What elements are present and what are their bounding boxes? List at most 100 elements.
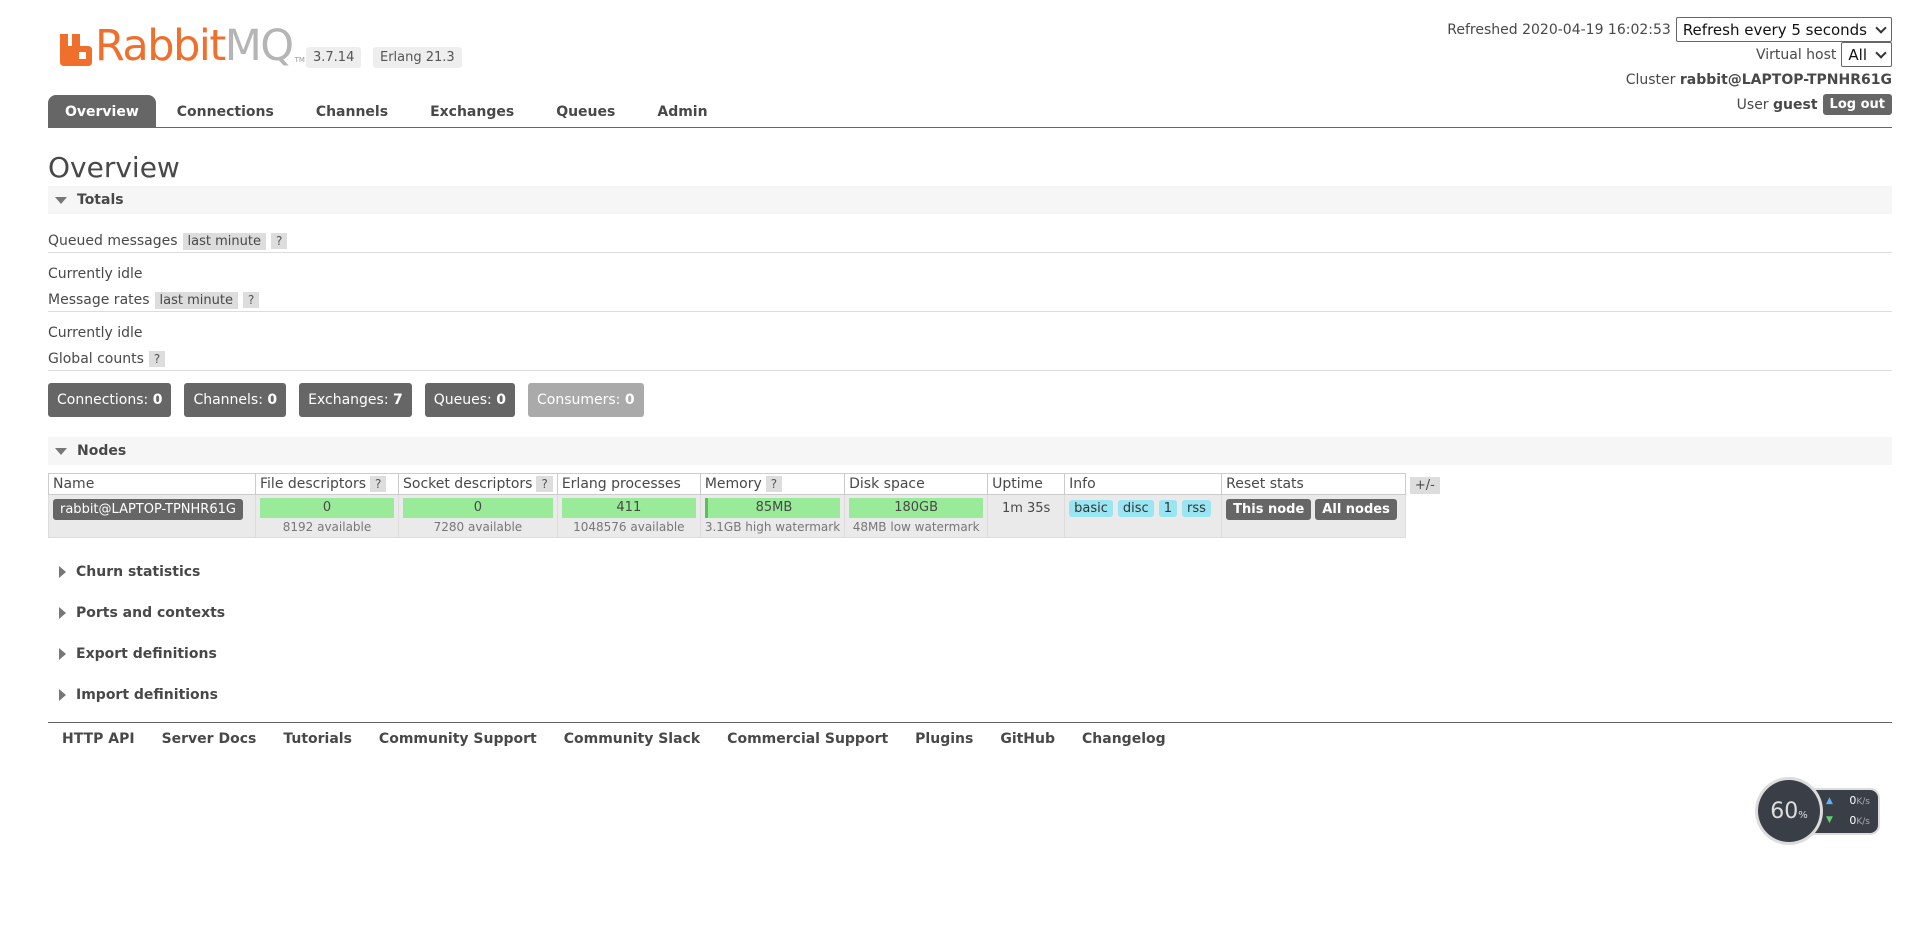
- count-queues-button[interactable]: Queues: 0: [424, 383, 515, 417]
- erlang-processes-available: 1048576 available: [573, 520, 685, 534]
- erlang-version-badge: Erlang 21.3: [373, 47, 462, 68]
- tab-queues[interactable]: Queues: [535, 95, 636, 128]
- file-descriptors-help[interactable]: ?: [370, 476, 387, 492]
- global-counts-help[interactable]: ?: [148, 351, 166, 367]
- tab-connections[interactable]: Connections: [156, 95, 295, 128]
- main-content: Overview Totals Queued messages last min…: [48, 150, 1892, 721]
- footer-link-community-support[interactable]: Community Support: [379, 731, 537, 747]
- user-label: User: [1736, 96, 1769, 113]
- uptime-value: 1m 35s: [987, 494, 1066, 538]
- version-badge: 3.7.14: [306, 47, 362, 68]
- rabbitmq-logo[interactable]: RabbitMQ TM: [60, 25, 305, 68]
- collapsed-triangle-icon: [59, 606, 66, 619]
- section-export-definitions[interactable]: Export definitions: [48, 640, 1892, 667]
- section-churn-statistics[interactable]: Churn statistics: [48, 558, 1892, 585]
- logo-rabbit-text: Rabbit: [95, 21, 226, 71]
- count-consumers-button[interactable]: Consumers: 0: [527, 383, 644, 417]
- upload-rate: 0K/s: [1849, 794, 1870, 807]
- header-status: Refreshed 2020-04-19 16:02:53 Refresh ev…: [1447, 17, 1892, 118]
- queued-messages-range[interactable]: last minute: [182, 232, 266, 250]
- refresh-interval-value: Refresh every 5 seconds: [1682, 20, 1867, 39]
- info-tag-disc: disc: [1117, 500, 1154, 517]
- footer-link-changelog[interactable]: Changelog: [1082, 731, 1166, 747]
- refresh-interval-select[interactable]: Refresh every 5 seconds: [1675, 17, 1892, 42]
- footer-link-http-api[interactable]: HTTP API: [62, 731, 135, 747]
- file-descriptors-bar: 0: [260, 498, 394, 518]
- message-rates-status: Currently idle: [48, 325, 143, 341]
- main-tabs: Overview Connections Channels Exchanges …: [48, 95, 729, 128]
- count-connections-button[interactable]: Connections: 0: [48, 383, 172, 417]
- socket-descriptors-bar: 0: [403, 498, 553, 518]
- count-channels-button[interactable]: Channels: 0: [184, 383, 287, 417]
- info-tag-basic: basic: [1069, 500, 1113, 517]
- section-nodes-header[interactable]: Nodes: [48, 437, 1892, 465]
- column-header-info: Info: [1064, 473, 1223, 495]
- section-nodes-title: Nodes: [77, 443, 127, 459]
- info-cell: basic disc 1 rss: [1064, 494, 1223, 538]
- memory-bar: 85MB: [704, 498, 841, 518]
- message-rates-range[interactable]: last minute: [154, 291, 238, 309]
- node-name-link[interactable]: rabbit@LAPTOP-TPNHR61G: [53, 499, 243, 520]
- footer-link-plugins[interactable]: Plugins: [915, 731, 973, 747]
- reset-all-nodes-button[interactable]: All nodes: [1315, 499, 1397, 520]
- footer-link-commercial-support[interactable]: Commercial Support: [727, 731, 888, 747]
- socket-descriptors-help[interactable]: ?: [536, 476, 553, 492]
- column-header-name: Name: [48, 473, 256, 495]
- socket-descriptors-available: 7280 available: [433, 520, 523, 534]
- queued-messages-help[interactable]: ?: [270, 233, 288, 249]
- message-rates-help[interactable]: ?: [242, 292, 260, 308]
- chevron-down-icon: [1875, 21, 1887, 34]
- count-exchanges-button[interactable]: Exchanges: 7: [299, 383, 412, 417]
- tab-divider: [48, 127, 1892, 128]
- reset-this-node-button[interactable]: This node: [1226, 499, 1312, 520]
- rabbitmq-logo-icon: [60, 34, 92, 66]
- queued-messages-row: Queued messages last minute ?: [48, 230, 1892, 253]
- memory-usage-gauge: 60%: [1758, 780, 1820, 842]
- tab-exchanges[interactable]: Exchanges: [409, 95, 535, 128]
- column-header-file-descriptors: File descriptors?: [255, 473, 399, 495]
- virtual-host-value: All: [1848, 45, 1867, 64]
- expanded-triangle-icon: [55, 196, 67, 204]
- download-rate: 0K/s: [1849, 814, 1870, 827]
- column-header-socket-descriptors: Socket descriptors?: [398, 473, 558, 495]
- nodes-table: Name File descriptors? Socket descriptor…: [48, 473, 1406, 538]
- footer-link-github[interactable]: GitHub: [1000, 731, 1055, 747]
- disk-space-bar: 180GB: [849, 498, 984, 518]
- message-rates-row: Message rates last minute ?: [48, 289, 1892, 312]
- tab-admin[interactable]: Admin: [636, 95, 728, 128]
- tab-overview[interactable]: Overview: [48, 95, 156, 128]
- table-row: rabbit@LAPTOP-TPNHR61G 0 8192 available 0…: [48, 494, 1406, 538]
- network-speed-widget[interactable]: ▲ 0K/s ▼ 0K/s 60%: [1758, 780, 1883, 842]
- logo-tm-text: TM: [294, 56, 305, 64]
- footer-link-server-docs[interactable]: Server Docs: [162, 731, 257, 747]
- memory-help[interactable]: ?: [765, 476, 783, 492]
- section-import-definitions[interactable]: Import definitions: [48, 681, 1892, 708]
- column-header-reset-stats: Reset stats: [1221, 473, 1406, 495]
- footer-links: HTTP API Server Docs Tutorials Community…: [48, 722, 1892, 747]
- footer-link-tutorials[interactable]: Tutorials: [283, 731, 352, 747]
- cluster-name: rabbit@LAPTOP-TPNHR61G: [1679, 71, 1892, 88]
- cluster-label: Cluster: [1625, 71, 1676, 88]
- disk-low-watermark: 48MB low watermark: [852, 520, 980, 534]
- file-descriptors-available: 8192 available: [282, 520, 372, 534]
- header: RabbitMQ TM 3.7.14 Erlang 21.3 Refreshed…: [48, 0, 1892, 130]
- logout-button[interactable]: Log out: [1822, 94, 1892, 115]
- gauge-percent-unit: %: [1798, 809, 1808, 821]
- tab-channels[interactable]: Channels: [295, 95, 409, 128]
- info-tag-rss: rss: [1181, 500, 1211, 517]
- gauge-percent: 60: [1770, 798, 1799, 824]
- collapsed-triangle-icon: [59, 565, 66, 578]
- refreshed-time: 2020-04-19 16:02:53: [1522, 21, 1671, 38]
- global-counts-label: Global counts: [48, 351, 144, 367]
- virtual-host-select[interactable]: All: [1841, 42, 1892, 67]
- virtual-host-label: Virtual host: [1755, 46, 1837, 63]
- section-ports-and-contexts[interactable]: Ports and contexts: [48, 599, 1892, 626]
- section-totals-title: Totals: [77, 192, 124, 208]
- columns-toggle-button[interactable]: +/-: [1409, 477, 1440, 494]
- section-totals-header[interactable]: Totals: [48, 186, 1892, 214]
- footer-link-community-slack[interactable]: Community Slack: [564, 731, 700, 747]
- erlang-processes-bar: 411: [561, 498, 696, 518]
- global-counts-row: Global counts ?: [48, 348, 1892, 371]
- queued-messages-status: Currently idle: [48, 266, 143, 282]
- logo-mq-text: MQ: [224, 21, 294, 71]
